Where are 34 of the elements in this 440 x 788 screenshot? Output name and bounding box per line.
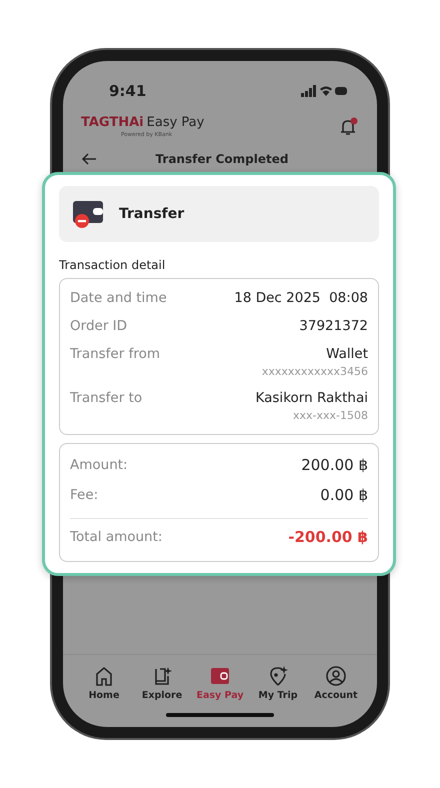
wallet-minus-icon [71, 199, 105, 229]
detail-value: 37921372 [299, 317, 368, 336]
brand-logo-text: TAGTHAi [81, 115, 144, 130]
detail-label: Transfer to [70, 389, 142, 408]
amount-label: Fee: [70, 486, 98, 505]
detail-label: Transfer from [70, 345, 160, 364]
detail-value: 18 Dec 2025 08:08 [234, 289, 368, 308]
detail-subvalue: xxxxxxxxxxxx3456 [262, 364, 368, 380]
amount-value: 200.00 ฿ [301, 456, 368, 474]
detail-label: Order ID [70, 317, 128, 336]
detail-subvalue: xxx-xxx-1508 [293, 408, 368, 424]
detail-value: Wallet [326, 345, 368, 364]
detail-label: Date and time [70, 289, 167, 308]
nav-tab[interactable]: Account [308, 665, 364, 701]
amount-value: 0.00 ฿ [320, 486, 368, 504]
amount-label: Amount: [70, 456, 128, 475]
home-icon [93, 665, 115, 687]
back-arrow-icon[interactable] [81, 153, 97, 165]
product-name: Easy Pay [146, 115, 204, 130]
status-icons [301, 85, 347, 97]
status-time: 9:41 [109, 82, 146, 100]
card-title: Transfer [119, 206, 184, 222]
nav-tab[interactable]: Home [76, 665, 132, 701]
wallet-icon [209, 665, 231, 687]
section-label: Transaction detail [59, 258, 166, 272]
nav-tab[interactable]: My Trip [250, 665, 306, 701]
detail-value: Kasikorn Rakthai [256, 389, 368, 408]
nav-tab[interactable]: Explore [134, 665, 190, 701]
map-pin-icon [267, 665, 289, 687]
amount-label: Total amount: [70, 528, 162, 547]
notification-bell-icon[interactable] [339, 116, 359, 136]
page-title: Transfer Completed [154, 152, 290, 166]
account-icon [325, 665, 347, 687]
amount-value: -200.00 ฿ [288, 528, 368, 546]
